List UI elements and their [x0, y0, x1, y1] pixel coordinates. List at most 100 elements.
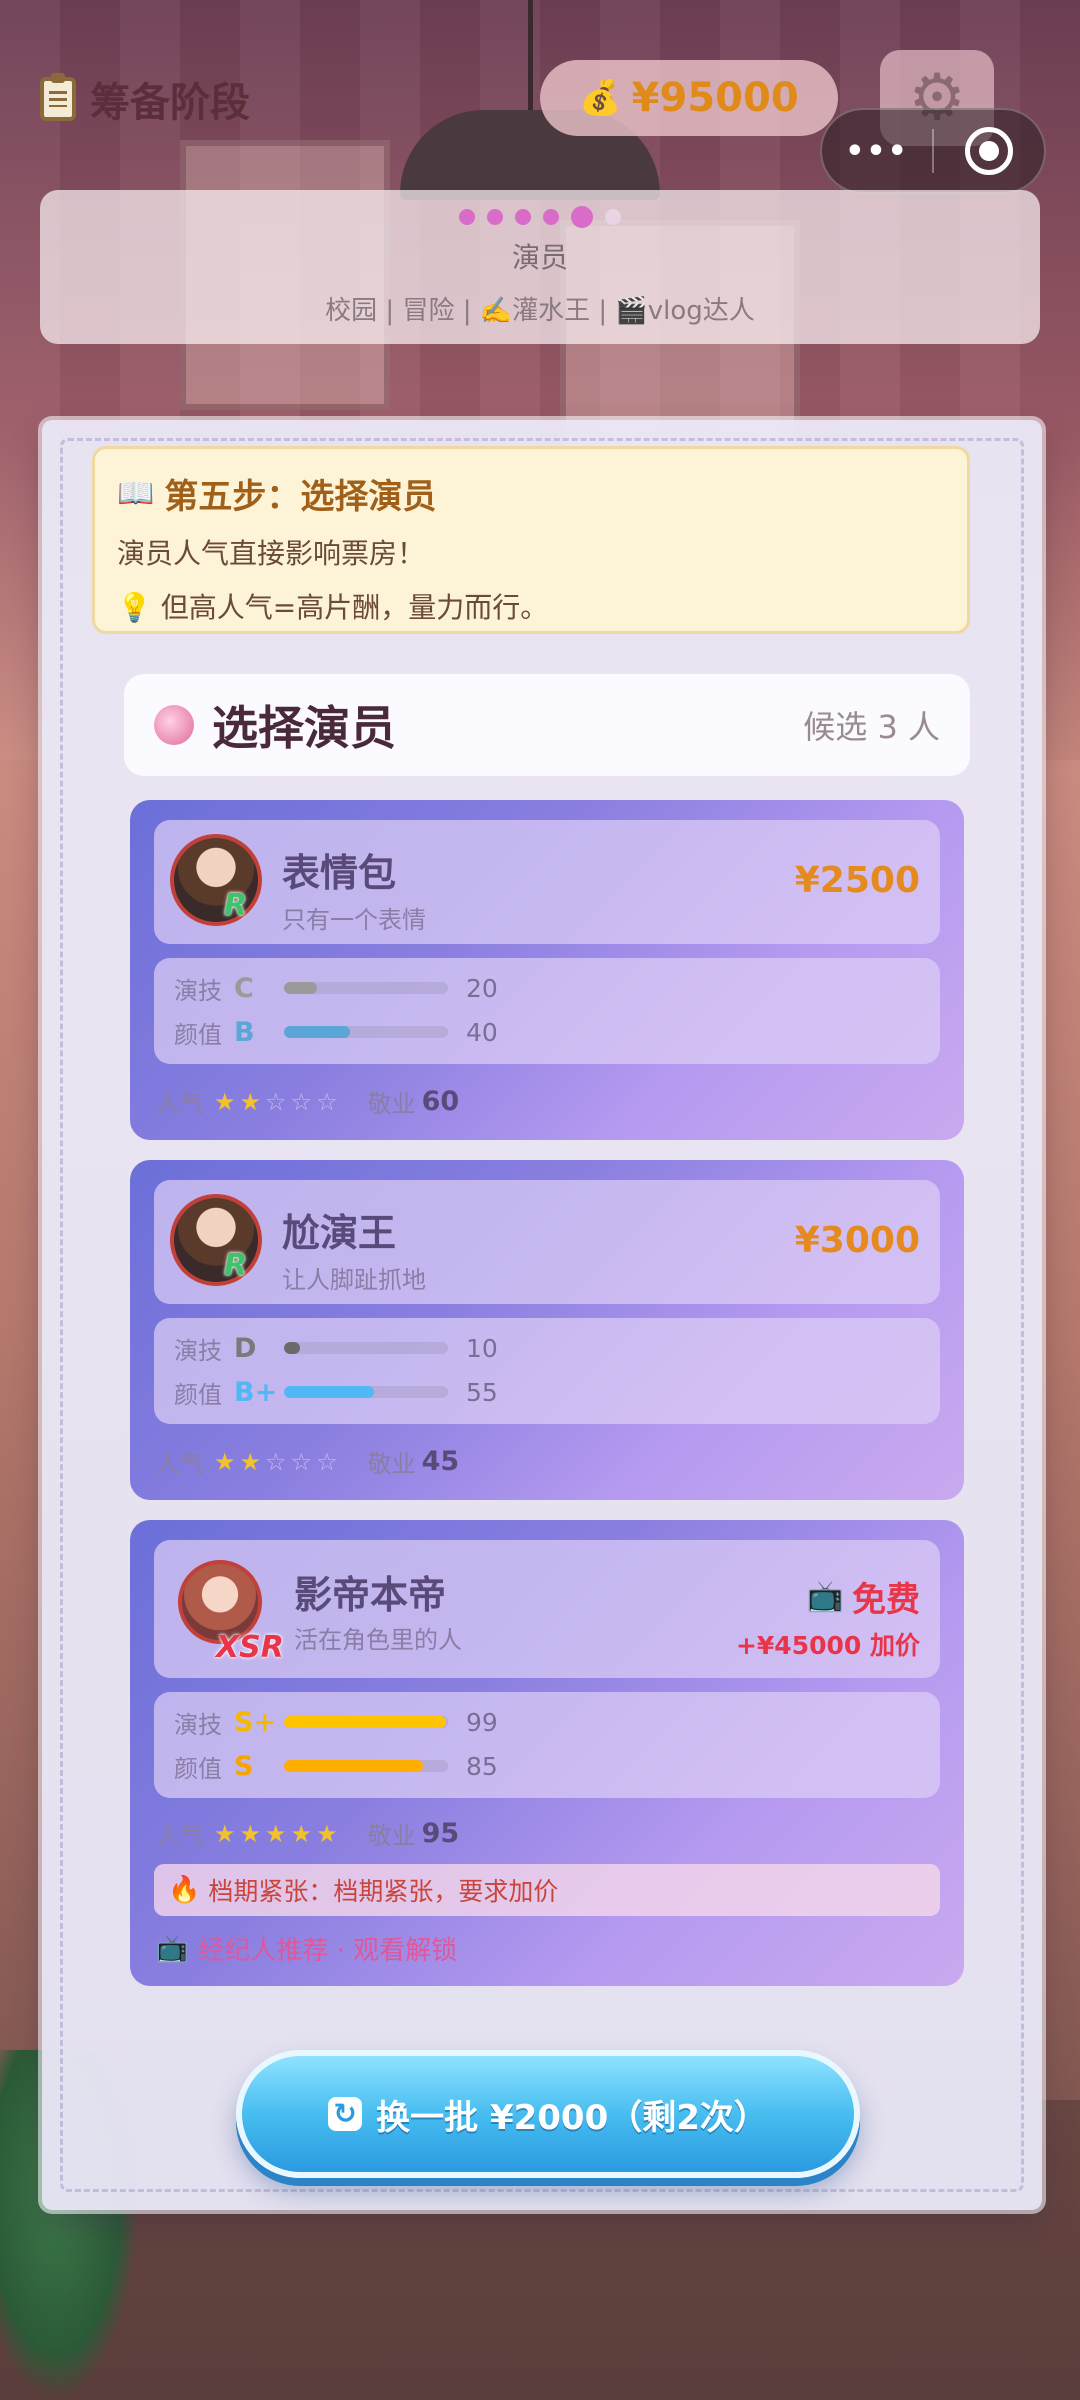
book-icon: 📖: [117, 476, 155, 511]
step-dots: [40, 206, 1040, 228]
actor-description: 只有一个表情: [282, 906, 426, 934]
stat-grade: S: [234, 1750, 254, 1782]
stat-label: 颜值: [174, 1380, 222, 1409]
rarity-badge: R: [224, 888, 248, 923]
actor-name: 表情包: [282, 851, 397, 895]
section-title: 选择演员: [212, 701, 396, 755]
tv-icon: 📺: [156, 1933, 189, 1964]
actor-card-header: XSR 影帝本帝 活在角色里的人 📺 免费 +¥45000 加价: [154, 1540, 940, 1678]
star-filled-icon: ★: [214, 1819, 240, 1848]
star-filled-icon: ★: [239, 1447, 266, 1476]
actor-stats: 演技 D 10 颜值 B+ 55: [154, 1318, 940, 1424]
step-dot: [487, 209, 503, 225]
stat-looks: 颜值 B 40: [174, 1014, 498, 1050]
fire-icon: 🔥: [168, 1875, 201, 1905]
star-empty-icon: ☆: [265, 1087, 291, 1116]
star-filled-icon: ★: [239, 1087, 266, 1116]
stat-looks: 颜值 B+ 55: [174, 1374, 498, 1410]
close-miniprogram-button[interactable]: [934, 127, 1044, 175]
stat-bar-fill: [284, 1760, 424, 1772]
popularity-label: 人气: [156, 1090, 204, 1118]
actor-name: 影帝本帝: [294, 1573, 447, 1617]
dedication-value: 95: [421, 1818, 460, 1849]
watch-ad-unlock-link[interactable]: 📺 经纪人推荐 · 观看解锁: [156, 1930, 457, 1967]
stat-value: 85: [466, 1751, 498, 1781]
stat-grade: B+: [234, 1376, 278, 1408]
actor-footer: 人气 ★★☆☆☆ 敬业 45: [156, 1444, 459, 1479]
actor-card-header: R 尬演王 让人脚趾抓地 ¥3000: [154, 1180, 940, 1304]
stage-indicator: 筹备阶段: [40, 70, 250, 128]
actor-stats: 演技 C 20 颜值 B 40: [154, 958, 940, 1064]
actor-footer: 人气 ★★☆☆☆ 敬业 60: [156, 1084, 459, 1119]
actor-description: 活在角色里的人: [294, 1626, 462, 1654]
actor-card[interactable]: R 尬演王 让人脚趾抓地 ¥3000 演技 D 10 颜值 B+ 55 人气 ★…: [130, 1160, 964, 1500]
stat-label: 演技: [174, 1710, 222, 1739]
rarity-badge: R: [224, 1248, 248, 1283]
tip-box: 📖 第五步：选择演员 演员人气直接影响票房！ 💡 但高人气=高片酬，量力而行。: [92, 446, 970, 634]
actor-card-header: R 表情包 只有一个表情 ¥2500: [154, 820, 940, 944]
stat-bar-fill: [284, 982, 317, 994]
dedication-value: 60: [421, 1086, 460, 1117]
stat-value: 10: [466, 1333, 498, 1363]
money-bag-icon: 💰: [579, 78, 622, 118]
actor-card[interactable]: XSR 影帝本帝 活在角色里的人 📺 免费 +¥45000 加价 演技 S+ 9…: [130, 1520, 964, 1986]
stat-acting: 演技 D 10: [174, 1330, 498, 1366]
target-icon: [964, 127, 1013, 175]
popularity-stars: ★★☆☆☆: [214, 1448, 342, 1476]
more-menu-button[interactable]: •••: [822, 134, 932, 169]
actor-name: 尬演王: [282, 1211, 397, 1255]
actor-stats: 演技 S+ 99 颜值 S 85: [154, 1692, 940, 1798]
stat-bar: [284, 1716, 448, 1728]
step-dot: [459, 209, 475, 225]
stat-grade: S+: [234, 1706, 277, 1738]
actor-footer: 人气 ★★★★★ 敬业 95: [156, 1816, 459, 1851]
actor-card[interactable]: R 表情包 只有一个表情 ¥2500 演技 C 20 颜值 B 40 人气 ★★…: [130, 800, 964, 1140]
popularity-stars: ★★★★★: [214, 1820, 342, 1848]
star-filled-icon: ★: [316, 1819, 342, 1848]
tip-line-1: 演员人气直接影响票房！: [117, 537, 426, 570]
stat-bar-fill: [284, 1342, 301, 1354]
step-dot: [543, 209, 559, 225]
stat-bar: [284, 1026, 448, 1038]
popularity-label: 人气: [156, 1822, 204, 1850]
stat-acting: 演技 C 20: [174, 970, 498, 1006]
dedication-label: 敬业: [367, 1450, 416, 1478]
stat-bar: [284, 982, 448, 994]
star-filled-icon: ★: [214, 1087, 240, 1116]
money-value: ¥95000: [631, 75, 799, 121]
stat-value: 40: [466, 1017, 498, 1047]
star-empty-icon: ☆: [316, 1087, 342, 1116]
actor-avatar: [170, 1194, 262, 1286]
popularity-stars: ★★☆☆☆: [214, 1088, 342, 1116]
stat-bar-fill: [284, 1026, 350, 1038]
stat-label: 颜值: [174, 1754, 222, 1783]
star-empty-icon: ☆: [316, 1447, 342, 1476]
stat-value: 99: [466, 1707, 498, 1737]
stat-looks: 颜值 S 85: [174, 1748, 498, 1784]
tip-title: 第五步：选择演员: [164, 477, 437, 517]
unlock-text: 经纪人推荐 · 观看解锁: [198, 1936, 458, 1966]
star-filled-icon: ★: [290, 1819, 317, 1848]
dedication-label: 敬业: [367, 1822, 416, 1850]
stat-grade: B: [234, 1016, 255, 1048]
step-dot: [571, 206, 593, 228]
top-bar: 筹备阶段 💰 ¥95000 ⚙ •••: [0, 40, 1080, 194]
step-progress-panel: 演员 校园 | 冒险 | ✍️灌水王 | 🎬vlog达人: [40, 190, 1040, 344]
money-display: 💰 ¥95000: [540, 60, 838, 136]
tv-icon: 📺: [806, 1579, 844, 1614]
step-dot: [605, 209, 621, 225]
rarity-badge: XSR: [216, 1630, 284, 1665]
refresh-button-label: 换一批 ¥2000（剩2次）: [376, 2097, 768, 2138]
star-filled-icon: ★: [239, 1819, 266, 1848]
star-empty-icon: ☆: [290, 1087, 317, 1116]
stat-label: 演技: [174, 1336, 222, 1365]
extra-price: +¥45000 加价: [735, 1631, 920, 1660]
star-empty-icon: ☆: [290, 1447, 317, 1476]
stat-grade: D: [234, 1332, 257, 1364]
tip-line-2: 💡 但高人气=高片酬，量力而行。: [117, 586, 945, 626]
stat-bar-fill: [284, 1386, 375, 1398]
movie-tags: 校园 | 冒险 | ✍️灌水王 | 🎬vlog达人: [325, 296, 755, 326]
current-step-label: 演员: [511, 241, 568, 274]
refresh-candidates-button[interactable]: ↻ 换一批 ¥2000（剩2次）: [236, 2050, 860, 2178]
stat-bar: [284, 1342, 448, 1354]
